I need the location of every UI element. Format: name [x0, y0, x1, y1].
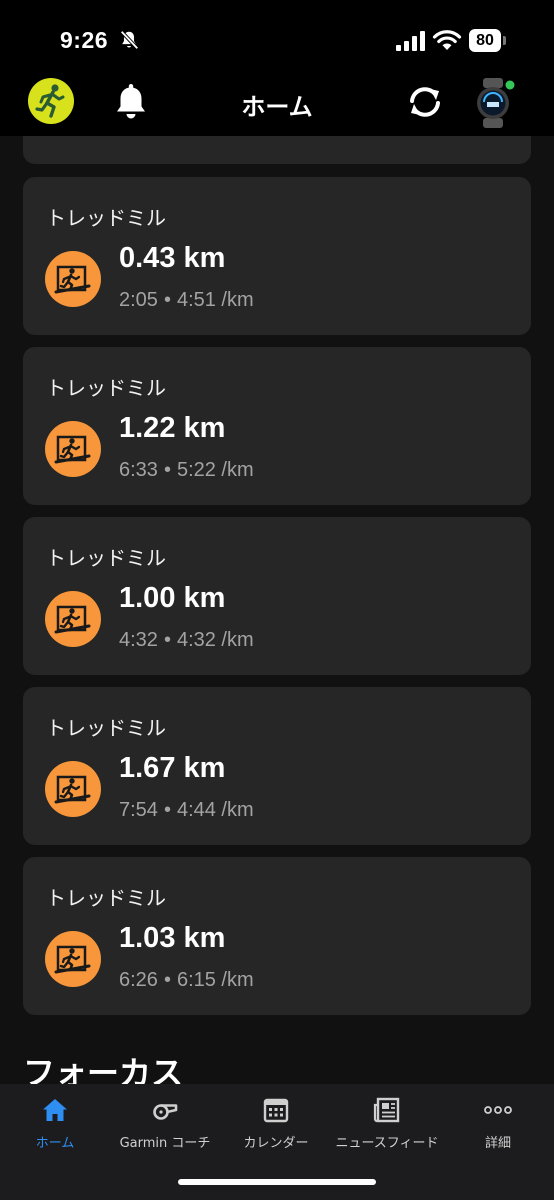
newsfeed-icon [373, 1097, 400, 1123]
activity-title: トレッドミル [46, 716, 166, 740]
activity-stats: 6:26 • 6:15 /km [119, 969, 254, 992]
activity-feed[interactable]: トレッドミル 0.43 km 2:05 • 4:51 /km トレッドミル 1.… [0, 136, 554, 1084]
activity-icon [45, 421, 101, 477]
bell-slash-icon [120, 30, 139, 50]
app-header: ホーム [0, 70, 554, 136]
activity-card[interactable]: トレッドミル 1.67 km 7:54 • 4:44 /km [23, 687, 531, 845]
activity-icon [45, 251, 101, 307]
activity-distance: 0.43 km [119, 242, 226, 274]
sync-icon[interactable] [406, 84, 444, 120]
more-icon [484, 1106, 512, 1114]
activity-stats: 2:05 • 4:51 /km [119, 289, 254, 312]
previous-card-partial[interactable] [23, 136, 531, 164]
stats-separator: • [163, 799, 171, 821]
battery-level: 80 [469, 29, 501, 52]
focus-section-heading: フォーカス [23, 1054, 184, 1084]
activity-duration: 6:26 [119, 969, 158, 991]
activity-icon [45, 761, 101, 817]
activity-icon [45, 931, 101, 987]
activity-card[interactable]: トレッドミル 0.43 km 2:05 • 4:51 /km [23, 177, 531, 335]
activity-icon [45, 591, 101, 647]
calendar-icon [263, 1098, 289, 1123]
tab-newsfeed[interactable]: ニュースフィード [332, 1084, 442, 1164]
treadmill-icon [54, 775, 91, 804]
activity-title: トレッドミル [46, 376, 166, 400]
activity-card[interactable]: トレッドミル 1.22 km 6:33 • 5:22 /km [23, 347, 531, 505]
activity-duration: 6:33 [119, 459, 158, 481]
tab-calendar[interactable]: カレンダー [221, 1084, 331, 1164]
tab-label: Garmin コーチ [119, 1136, 211, 1151]
page-title: ホーム [241, 93, 313, 121]
tab-garmin-coach[interactable]: Garmin コーチ [110, 1084, 220, 1164]
stats-separator: • [163, 629, 171, 651]
activity-distance: 1.00 km [119, 582, 226, 614]
activity-pace: 4:32 /km [176, 629, 254, 651]
treadmill-icon [54, 265, 91, 294]
battery-indicator: 80 [469, 29, 506, 52]
treadmill-icon [54, 605, 91, 634]
activity-pace: 4:44 /km [176, 799, 254, 821]
status-time: 9:26 [60, 27, 109, 53]
activity-distance: 1.67 km [119, 752, 226, 784]
tab-label: カレンダー [243, 1136, 309, 1151]
watch-connected-dot [505, 80, 515, 90]
activity-stats: 6:33 • 5:22 /km [119, 459, 254, 482]
activity-card[interactable]: トレッドミル 1.03 km 6:26 • 6:15 /km [23, 857, 531, 1015]
activity-pace: 5:22 /km [176, 459, 254, 481]
device-watch-icon[interactable] [474, 78, 518, 128]
stats-separator: • [163, 459, 171, 481]
activity-pace: 4:51 /km [176, 289, 254, 311]
tab-home[interactable]: ホーム [0, 1084, 110, 1164]
whistle-icon [153, 1104, 178, 1120]
activity-duration: 7:54 [119, 799, 158, 821]
tab-label: ホーム [35, 1136, 75, 1151]
activity-stats: 4:32 • 4:32 /km [119, 629, 254, 652]
activity-card[interactable]: トレッドミル 1.00 km 4:32 • 4:32 /km [23, 517, 531, 675]
battery-tip [503, 36, 506, 45]
activity-duration: 2:05 [119, 289, 158, 311]
treadmill-icon [54, 945, 91, 974]
wifi-icon [432, 30, 462, 50]
tab-label: 詳細 [484, 1136, 511, 1151]
activity-distance: 1.03 km [119, 922, 226, 954]
activity-title: トレッドミル [46, 546, 166, 570]
status-bar: 9:26 80 [0, 0, 554, 70]
cellular-signal-icon [396, 31, 425, 51]
stats-separator: • [163, 289, 171, 311]
activity-stats: 7:54 • 4:44 /km [119, 799, 254, 822]
activity-title: トレッドミル [46, 206, 166, 230]
stats-separator: • [163, 969, 171, 991]
activity-title: トレッドミル [46, 886, 166, 910]
activity-pace: 6:15 /km [176, 969, 254, 991]
treadmill-icon [54, 435, 91, 464]
home-icon [43, 1099, 67, 1121]
tab-label: ニュースフィード [335, 1136, 439, 1151]
activity-duration: 4:32 [119, 629, 158, 651]
activity-distance: 1.22 km [119, 412, 226, 444]
tab-more[interactable]: 詳細 [443, 1084, 553, 1164]
home-indicator [178, 1179, 376, 1185]
